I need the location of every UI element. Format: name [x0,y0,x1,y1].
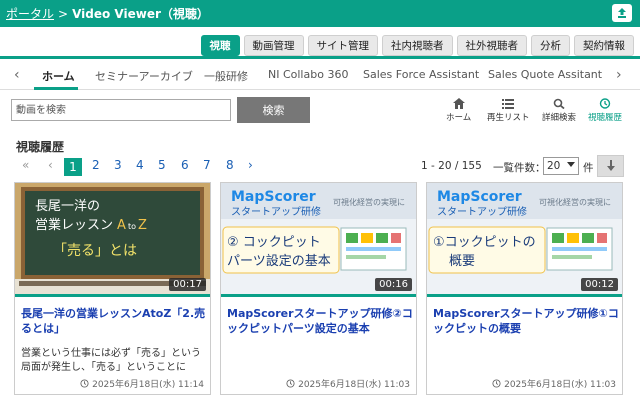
search-button[interactable]: 検索 [237,97,310,123]
video-date: 2025年6月18日(水) 11:03 [492,377,616,390]
thumb-text: 「売る」とは [53,243,137,259]
video-card[interactable]: 長尾一洋の 営業レッスン A to Z 「売る」とは 00:17 長尾一洋の営業… [14,182,211,395]
video-title-link[interactable]: MapScorerスタートアップ研修①コックピットの概要 [433,306,619,336]
per-page-select[interactable]: 20 [543,157,579,175]
pagination-next[interactable]: › [248,158,253,172]
per-page-value: 20 [547,160,561,172]
page-title: Video Viewer（視聴） [72,7,209,21]
pagination-page[interactable]: 7 [203,158,211,172]
arrow-down-icon [606,160,615,171]
video-thumbnail[interactable]: MapScorer スタートアップ研修 可視化経営の実現に ② コックピット パ… [221,183,416,297]
pagination-page[interactable]: 4 [136,158,144,172]
video-duration: 00:16 [375,278,412,291]
tab-seminar-archive[interactable]: セミナーアーカイブ [95,68,193,84]
per-page-unit: 件 [583,162,594,174]
watch-progress-bar [15,294,210,297]
video-date-text: 2025年6月18日(水) 11:14 [92,380,204,390]
watch-progress-bar [427,294,622,297]
history-icon [599,98,611,109]
section-title: 視聴履歴 [16,140,65,154]
search-icon [553,98,565,109]
thumb-text: スタートアップ研修 [231,205,321,218]
history-tool-label: 視聴履歴 [588,113,623,123]
category-tabs: ‹ ホーム セミナーアーカイブ 一般研修 NI Collabo 360 Sale… [0,60,640,90]
thumb-text: 可視化経営の実現に [539,197,611,207]
video-search-input[interactable] [11,99,231,121]
upload-icon[interactable] [612,4,632,22]
video-card[interactable]: MapScorer スタートアップ研修 可視化経営の実現に ①コックピットの 概… [426,182,623,395]
chevron-down-icon [567,162,575,167]
home-tool-button[interactable]: ホーム [446,98,471,123]
thumb-text: 営業レッスン [35,217,113,233]
tab-home[interactable]: ホーム [42,68,75,84]
tab-ni-collabo[interactable]: NI Collabo 360 [268,68,348,81]
result-count: 1 - 20 / 155 [421,160,482,172]
menu-divider [0,56,640,59]
thumb-text: to [128,222,136,231]
playlist-tool-label: 再生リスト [487,113,530,123]
tabs-prev-icon[interactable]: ‹ [14,67,20,83]
thumb-text: パーツ設定の基本 [227,253,331,269]
thumb-text: 長尾一洋の [35,199,100,214]
video-thumbnail[interactable]: MapScorer スタートアップ研修 可視化経営の実現に ①コックピットの 概… [427,183,622,297]
video-duration: 00:12 [581,278,618,291]
pagination-first[interactable]: « [22,158,29,172]
thumb-text: Z [138,218,147,233]
video-date-text: 2025年6月18日(水) 11:03 [504,380,616,390]
clock-icon [286,379,295,388]
pagination-page[interactable]: 2 [92,158,100,172]
active-tab-indicator [34,87,78,90]
home-tool-label: ホーム [446,113,472,123]
app-header: ポータル > Video Viewer（視聴） [0,0,640,27]
thumb-text: ② コックピット [227,235,321,250]
playlist-icon [502,99,515,109]
tab-general-training[interactable]: 一般研修 [204,68,248,84]
menu-item-external-viewers[interactable]: 社外視聴者 [456,35,527,56]
pagination-page[interactable]: 3 [114,158,122,172]
pagination-page-current[interactable]: 1 [64,158,82,176]
video-thumbnail[interactable]: 長尾一洋の 営業レッスン A to Z 「売る」とは 00:17 [15,183,210,297]
portal-link[interactable]: ポータル [6,5,54,22]
menu-item-internal-viewers[interactable]: 社内視聴者 [382,35,453,56]
thumb-text: MapScorer [437,189,522,205]
video-date: 2025年6月18日(水) 11:14 [80,377,204,390]
video-date-text: 2025年6月18日(水) 11:03 [298,380,410,390]
menu-item-view[interactable]: 視聴 [200,35,240,56]
playlist-tool-button[interactable]: 再生リスト [487,98,530,123]
thumb-text: A [117,218,126,233]
video-description: 営業という仕事には必ず「売る」という局面が発生し、「売る」ということに [21,348,201,373]
thumb-text: MapScorer [231,189,316,205]
per-page-label: 一覧件数： [493,162,546,174]
main-menu: 視聴 動画管理 サイト管理 社内視聴者 社外視聴者 分析 契約情報 [200,35,634,56]
pagination-prev[interactable]: ‹ [48,158,53,172]
history-tool-button[interactable]: 視聴履歴 [588,98,622,123]
clock-icon [492,379,501,388]
advanced-search-tool-label: 詳細検索 [542,113,577,123]
clock-icon [80,379,89,388]
tab-sales-quote-assitant[interactable]: Sales Quote Assitant [488,68,602,81]
video-duration: 00:17 [169,278,206,291]
pagination-page[interactable]: 5 [158,158,166,172]
menu-item-video-management[interactable]: 動画管理 [243,35,304,56]
video-card[interactable]: MapScorer スタートアップ研修 可視化経営の実現に ② コックピット パ… [220,182,417,395]
watch-progress-bar [221,294,416,297]
tab-sales-force-assistant[interactable]: Sales Force Assistant [363,68,479,81]
menu-item-contract-info[interactable]: 契約情報 [574,35,634,56]
breadcrumb-separator: > [58,6,69,21]
menu-item-analytics[interactable]: 分析 [531,35,570,56]
tabs-next-icon[interactable]: › [616,67,622,83]
thumb-text: 可視化経営の実現に [333,197,405,207]
advanced-search-tool-button[interactable]: 詳細検索 [542,98,576,123]
video-date: 2025年6月18日(水) 11:03 [286,377,410,390]
home-icon [452,98,465,109]
menu-item-site-management[interactable]: サイト管理 [307,35,378,56]
thumb-text: 概要 [449,254,475,269]
sort-button[interactable] [597,155,624,177]
video-title-link[interactable]: MapScorerスタートアップ研修②コックピットパーツ設定の基本 [227,306,413,336]
thumb-text: ①コックピットの [433,235,536,250]
pagination-page[interactable]: 6 [181,158,189,172]
video-title-link[interactable]: 長尾一洋の営業レッスンAtoZ「2.売るとは」 [21,306,207,336]
pagination-page[interactable]: 8 [226,158,234,172]
thumb-text: スタートアップ研修 [437,205,527,218]
